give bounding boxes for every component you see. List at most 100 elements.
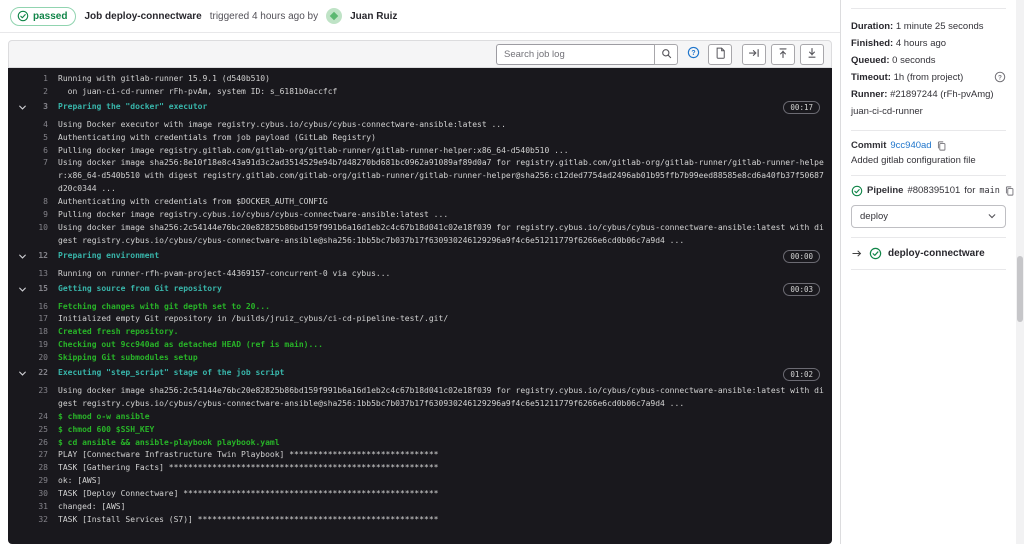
log-text: Checking out 9cc940ad as detached HEAD (…	[58, 340, 323, 350]
line-number-link[interactable]: 29	[32, 475, 48, 488]
search-button[interactable]	[654, 43, 678, 65]
line-number-link[interactable]: 16	[32, 301, 48, 314]
pipeline-ref[interactable]: main	[979, 186, 999, 196]
log-line: 26 $ cd ansible && ansible-playbook playb…	[8, 437, 832, 450]
copy-ref-icon[interactable]	[1004, 185, 1015, 197]
line-number-link[interactable]: 10	[32, 222, 48, 235]
log-line: 32 TASK [Install Services (S7)] *********…	[8, 514, 832, 527]
job-details: Duration: 1 minute 25 seconds Finished: 4…	[851, 18, 1006, 121]
chevron-down-icon[interactable]	[8, 101, 32, 117]
chevron-down-icon[interactable]	[8, 367, 32, 383]
line-number-link[interactable]: 30	[32, 488, 48, 501]
line-number-link[interactable]: 6	[32, 145, 48, 158]
chevron-down-icon[interactable]	[8, 250, 32, 266]
avatar[interactable]	[326, 8, 343, 24]
log-line: 31 changed: [AWS]	[8, 501, 832, 514]
section-duration-badge: 00:03	[783, 283, 820, 297]
log-text: Pulling docker image registry.cybus.io/c…	[58, 210, 449, 220]
log-line: 23 Using docker image sha256:2c54144e76bc…	[8, 385, 832, 411]
log-text: Created fresh repository.	[58, 327, 179, 337]
line-number-link[interactable]: 7	[32, 157, 48, 170]
line-number-link[interactable]: 1	[32, 73, 48, 86]
line-number-link[interactable]: 9	[32, 209, 48, 222]
log-line: 18 Created fresh repository.	[8, 326, 832, 339]
arrow-down-to-bar-icon	[806, 47, 818, 62]
job-status-icon	[869, 247, 882, 260]
line-number-link[interactable]: 15	[32, 283, 48, 296]
section-header-text[interactable]: Executing "step_script" stage of the job…	[58, 367, 783, 380]
log-line: 28 TASK [Gathering Facts] ***************…	[8, 462, 832, 475]
pipeline-id[interactable]: #808395101	[907, 185, 960, 196]
line-number-link[interactable]: 5	[32, 132, 48, 145]
stage-select-value: deploy	[860, 210, 888, 222]
line-number-link[interactable]: 24	[32, 411, 48, 424]
document-icon	[715, 47, 726, 62]
line-number-link[interactable]: 18	[32, 326, 48, 339]
log-text: $ cd ansible && ansible-playbook playboo…	[58, 437, 280, 447]
show-raw-button[interactable]	[708, 43, 732, 65]
commit-sha-link[interactable]: 9cc940ad	[890, 140, 931, 151]
line-number-link[interactable]: 19	[32, 339, 48, 352]
help-button[interactable]: ?	[683, 44, 703, 65]
copy-commit-icon[interactable]	[936, 140, 947, 152]
log-text: on juan-ci-cd-runner rFh-pvAm, system ID…	[58, 86, 338, 96]
scroll-to-top-button[interactable]	[771, 43, 795, 65]
scroll-to-bottom-button[interactable]	[800, 43, 824, 65]
log-line: 16 Fetching changes with git depth set to…	[8, 301, 832, 314]
pipeline-label: Pipeline	[867, 185, 904, 197]
line-number-link[interactable]: 26	[32, 437, 48, 450]
detail-value: 4 hours ago	[895, 38, 947, 50]
log-text: Skipping Git submodules setup	[58, 353, 198, 363]
line-number-link[interactable]: 4	[32, 119, 48, 132]
section-header-text[interactable]: Getting source from Git repository	[58, 283, 783, 296]
line-number-link[interactable]: 3	[32, 101, 48, 114]
line-number-link[interactable]: 25	[32, 424, 48, 437]
line-number-link[interactable]: 27	[32, 449, 48, 462]
line-number-link[interactable]: 2	[32, 86, 48, 99]
sidebar-job-item[interactable]: deploy-connectware	[851, 247, 1006, 260]
log-text: Using docker image sha256:2c54144e76bc20…	[58, 385, 824, 408]
job-page: passed Job deploy-connectware triggered …	[0, 0, 1024, 544]
line-number-link[interactable]: 20	[32, 352, 48, 365]
commit-message: Added gitlab configuration file	[851, 154, 976, 166]
status-badge[interactable]: passed	[10, 6, 77, 26]
detail-label: Finished:	[851, 38, 894, 50]
pipeline-for-text: for	[964, 185, 976, 197]
line-number-link[interactable]: 31	[32, 501, 48, 514]
log-line: 30 TASK [Deploy Connectware] ************…	[8, 488, 832, 501]
detail-label: Runner:	[851, 89, 888, 101]
line-number-link[interactable]: 8	[32, 196, 48, 209]
line-number-link[interactable]: 23	[32, 385, 48, 398]
arrow-right-to-bar-icon	[748, 47, 760, 62]
user-name-link[interactable]: Juan Ruiz	[350, 11, 397, 22]
detail-row: Finished: 4 hours ago	[851, 35, 1006, 52]
scrollbar-thumb[interactable]	[1017, 256, 1023, 322]
log-line: 25 $ chmod 600 $SSH_KEY	[8, 424, 832, 437]
section-duration-badge: 00:17	[783, 101, 820, 115]
section-header-text[interactable]: Preparing environment	[58, 250, 783, 263]
line-number-link[interactable]: 32	[32, 514, 48, 527]
log-text: Using Docker executor with image registr…	[58, 119, 506, 129]
line-number-link[interactable]: 13	[32, 268, 48, 281]
chevron-down-icon[interactable]	[8, 283, 32, 299]
timeout-help-icon[interactable]: ?	[994, 71, 1006, 89]
page-scrollbar	[1016, 0, 1024, 544]
log-line: 12 Preparing environment 00:00	[8, 250, 832, 266]
job-header: passed Job deploy-connectware triggered …	[0, 0, 840, 33]
line-number-link[interactable]: 17	[32, 313, 48, 326]
line-number-link[interactable]: 12	[32, 250, 48, 263]
jump-to-failure-button[interactable]	[742, 43, 766, 65]
section-header-text[interactable]: Preparing the "docker" executor	[58, 101, 783, 114]
search-input[interactable]	[496, 43, 654, 65]
line-number-link[interactable]: 22	[32, 367, 48, 380]
log-line: 1 Running with gitlab-runner 15.9.1 (d540…	[8, 73, 832, 86]
detail-value: 1h (from project)	[893, 72, 964, 84]
detail-row: Queued: 0 seconds	[851, 52, 1006, 69]
log-line: 2 on juan-ci-cd-runner rFh-pvAm, system …	[8, 86, 832, 99]
log-line: 29 ok: [AWS]	[8, 475, 832, 488]
question-circle-icon: ?	[687, 46, 700, 62]
stage-select[interactable]: deploy	[851, 204, 1006, 228]
divider	[851, 268, 1006, 270]
line-number-link[interactable]: 28	[32, 462, 48, 475]
detail-value: 0 seconds	[892, 55, 936, 67]
